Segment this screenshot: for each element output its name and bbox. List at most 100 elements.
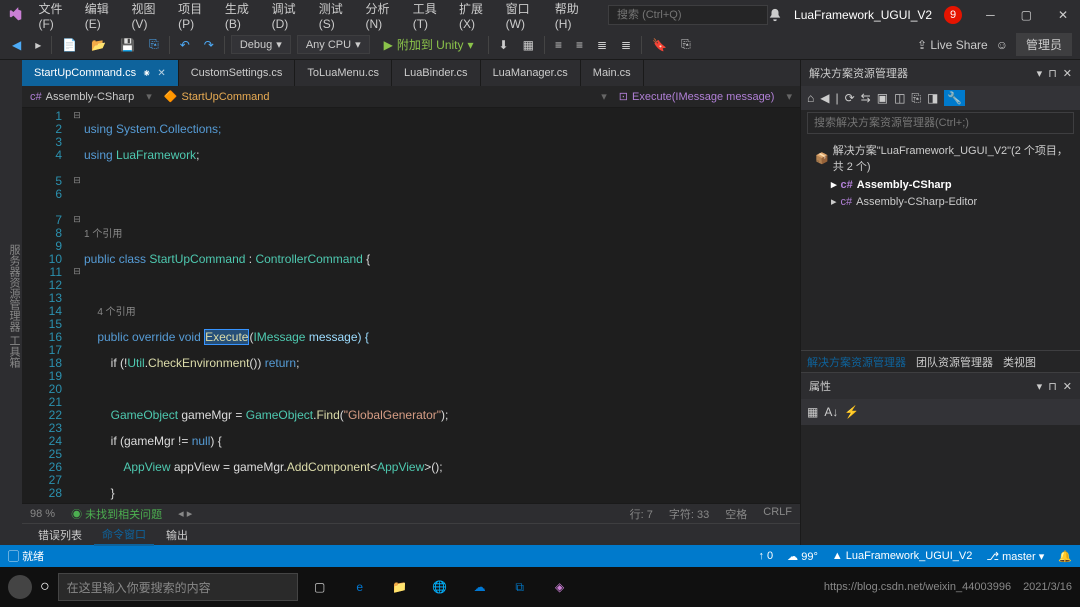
zoom-pct[interactable]: 98 %	[30, 508, 55, 520]
code-editor[interactable]: 1234 56 💡7 89101112131415161718192021222…	[22, 108, 800, 503]
menu-project[interactable]: 项目(P)	[170, 0, 215, 35]
sb-branch[interactable]: ⎇ master ▾	[986, 550, 1044, 563]
menu-debug[interactable]: 调试(D)	[264, 0, 309, 35]
feedback-icon[interactable]: ☺	[996, 38, 1008, 52]
notification-badge[interactable]: 9	[944, 6, 962, 24]
menu-build[interactable]: 生成(B)	[217, 0, 262, 35]
pin-icon[interactable]: ⁕	[142, 67, 151, 80]
bell-icon[interactable]	[768, 8, 782, 22]
wrench-icon[interactable]: 🔧	[944, 90, 965, 106]
solution-search-input[interactable]	[807, 112, 1074, 134]
panel-dropdown-icon[interactable]: ▾	[1037, 67, 1043, 80]
run-button[interactable]: ▶ 附加到 Unity ▾	[376, 34, 482, 55]
edge-icon[interactable]: e	[346, 573, 374, 601]
quick-launch-input[interactable]	[608, 5, 768, 25]
bc-method[interactable]: ⊡ Execute(IMessage message)	[619, 90, 775, 103]
menu-ext[interactable]: 扩展(X)	[451, 0, 496, 35]
bc-class[interactable]: 🔶 StartUpCommand	[164, 90, 270, 103]
save-button[interactable]: 💾	[116, 36, 139, 54]
menu-window[interactable]: 窗口(W)	[498, 0, 545, 35]
ref-hint[interactable]: 4 个引用	[97, 307, 135, 318]
new-project-button[interactable]: 📄	[58, 36, 81, 54]
tab-main[interactable]: Main.cs	[581, 60, 644, 86]
panel-close-icon[interactable]: ✕	[1063, 67, 1072, 80]
maximize-button[interactable]: ▢	[1017, 8, 1036, 22]
tree-proj2[interactable]: ▸ c# Assembly-CSharp-Editor	[807, 193, 1074, 210]
task-view-icon[interactable]: ▢	[306, 573, 334, 601]
config-dropdown[interactable]: Debug ▾	[231, 35, 291, 54]
issues-indicator[interactable]: ◉ 未找到相关问题	[71, 506, 162, 522]
cortana-icon[interactable]: ○	[40, 578, 50, 596]
rtab-team[interactable]: 团队资源管理器	[916, 354, 993, 370]
sb-repo[interactable]: ▲ LuaFramework_UGUI_V2	[832, 550, 973, 562]
explorer-icon[interactable]: 📁	[386, 573, 414, 601]
back-icon[interactable]: ◀	[820, 91, 829, 105]
tab-toluamenu[interactable]: ToLuaMenu.cs	[295, 60, 392, 86]
undo-button[interactable]: ↶	[176, 36, 194, 54]
indent-mode[interactable]: 空格	[725, 506, 747, 522]
tb-icon-3[interactable]: ≡	[551, 36, 566, 54]
collapse-icon[interactable]: ▣	[877, 91, 888, 105]
menu-test[interactable]: 测试(S)	[311, 0, 356, 35]
code-content[interactable]: using System.Collections; using LuaFrame…	[84, 108, 800, 503]
panel-dropdown-icon[interactable]: ▾	[1037, 380, 1043, 393]
menu-view[interactable]: 视图(V)	[123, 0, 168, 35]
panel-pin-icon[interactable]: ⊓	[1048, 67, 1057, 80]
liveshare-button[interactable]: ⇪ Live Share	[917, 38, 988, 52]
menu-help[interactable]: 帮助(H)	[547, 0, 592, 35]
sb-bell-icon[interactable]: 🔔	[1058, 550, 1072, 563]
tb-icon-2[interactable]: ▦	[519, 36, 538, 54]
save-all-button[interactable]: ⎘	[145, 35, 163, 54]
redo-button[interactable]: ↷	[200, 36, 218, 54]
platform-dropdown[interactable]: Any CPU ▾	[297, 35, 370, 54]
close-icon[interactable]: ✕	[157, 68, 165, 79]
tree-root[interactable]: 📦 解决方案"LuaFramework_UGUI_V2"(2 个项目，共 2 个…	[807, 140, 1074, 176]
panel-pin-icon[interactable]: ⊓	[1048, 380, 1057, 393]
nav-back-button[interactable]: ◀	[8, 36, 25, 54]
tab-luabinder[interactable]: LuaBinder.cs	[392, 60, 481, 86]
tb-icon-5[interactable]: ≣	[593, 36, 611, 54]
showall-icon[interactable]: ◫	[894, 91, 905, 105]
refresh-icon[interactable]: ⟳	[845, 91, 855, 105]
tb-bookmark[interactable]: 🔖	[648, 36, 671, 54]
menu-tools[interactable]: 工具(T)	[405, 0, 449, 35]
vscode-icon[interactable]: ⧉	[506, 573, 534, 601]
vs-icon[interactable]: ◈	[546, 573, 574, 601]
eol-mode[interactable]: CRLF	[763, 506, 792, 522]
tb-icon-4[interactable]: ≡	[572, 36, 587, 54]
start-avatar[interactable]	[8, 575, 32, 599]
tab-errorlist[interactable]: 错误列表	[30, 525, 90, 545]
tab-output[interactable]: 输出	[158, 525, 196, 545]
close-button[interactable]: ✕	[1054, 8, 1072, 22]
tab-customsettings[interactable]: CustomSettings.cs	[179, 60, 296, 86]
open-button[interactable]: 📂	[87, 36, 110, 54]
sb-pending[interactable]: ↑ 0	[758, 550, 773, 562]
events-icon[interactable]: ⚡	[844, 405, 859, 419]
az-icon[interactable]: A↓	[824, 405, 838, 419]
tab-cmdwindow[interactable]: 命令窗口	[94, 524, 154, 546]
cat-icon[interactable]: ▦	[807, 405, 818, 419]
minimize-button[interactable]: ─	[982, 8, 999, 22]
rtab-class[interactable]: 类视图	[1003, 354, 1036, 370]
onedrive-icon[interactable]: ☁	[466, 573, 494, 601]
ref-hint[interactable]: 1 个引用	[84, 229, 122, 240]
admin-badge[interactable]: 管理员	[1016, 33, 1072, 56]
fold-column[interactable]: ⊟ ⊟ ⊟⊟	[70, 108, 84, 503]
chrome-icon[interactable]: 🌐	[426, 573, 454, 601]
menu-edit[interactable]: 编辑(E)	[77, 0, 122, 35]
bc-project[interactable]: c# Assembly-CSharp	[30, 91, 134, 103]
tb-icon-7[interactable]: ⎘	[677, 35, 695, 54]
rtab-solution[interactable]: 解决方案资源管理器	[807, 354, 906, 370]
panel-close-icon[interactable]: ✕	[1063, 380, 1072, 393]
props-icon[interactable]: ⎘	[911, 91, 921, 106]
preview-icon[interactable]: ◨	[927, 91, 938, 105]
sync-icon[interactable]: ⇆	[861, 91, 871, 105]
tab-luamanager[interactable]: LuaManager.cs	[481, 60, 581, 86]
tree-proj1[interactable]: ▸ c# Assembly-CSharp	[807, 176, 1074, 193]
menu-analyze[interactable]: 分析(N)	[358, 0, 403, 35]
server-explorer-tab[interactable]: 服务器资源管理器 工具箱	[0, 60, 22, 545]
tb-icon-6[interactable]: ≣	[617, 36, 635, 54]
tb-icon-1[interactable]: ⬇	[495, 36, 513, 54]
nav-fwd-button[interactable]: ▸	[31, 36, 45, 54]
tab-startup[interactable]: StartUpCommand.cs⁕✕	[22, 60, 179, 86]
